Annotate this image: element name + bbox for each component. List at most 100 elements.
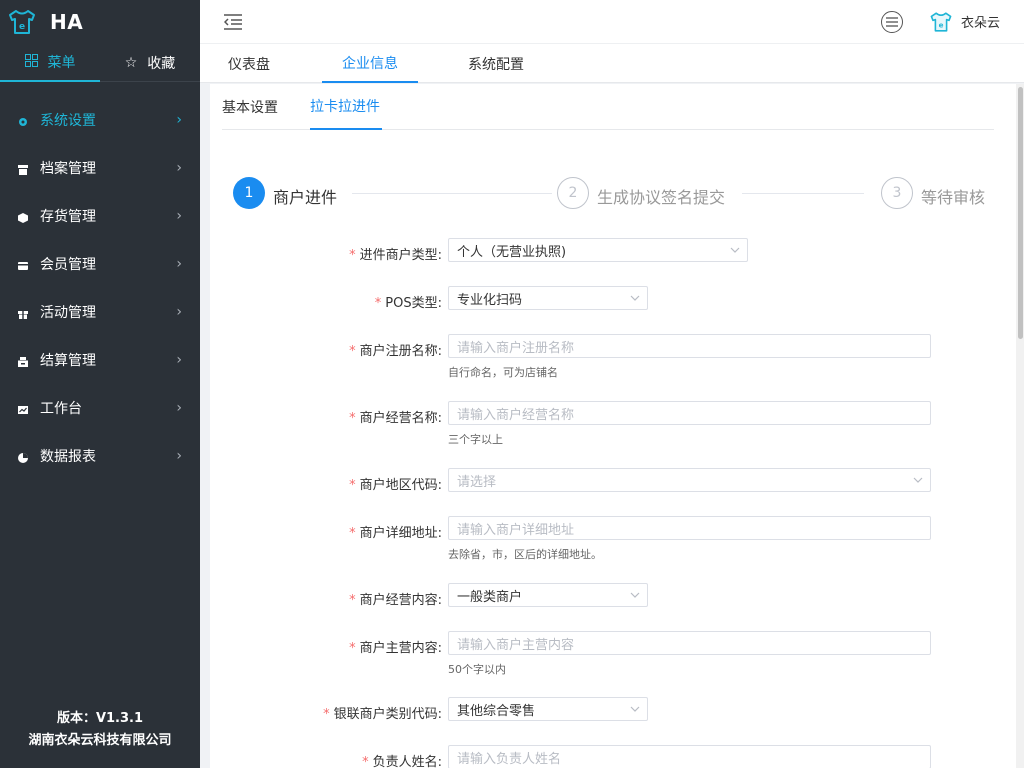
region-code-select[interactable]: 请选择 [448, 468, 931, 492]
mcc-select[interactable]: 其他综合零售 [448, 697, 648, 721]
step-connector [742, 193, 864, 194]
select-placeholder: 请选择 [457, 474, 497, 490]
business-content-select[interactable]: 一般类商户 [448, 583, 648, 607]
pie-icon [18, 451, 28, 463]
scrollbar-thumb[interactable] [1018, 87, 1023, 339]
chevron-right-icon: › [176, 208, 182, 224]
shirt-logo-icon: e [6, 7, 38, 37]
more-menu-icon[interactable] [880, 10, 903, 33]
sidebar-item-reports[interactable]: 数据报表 › [0, 432, 200, 480]
header: e 衣朵云 [200, 0, 1024, 44]
sidebar-item-label: 工作台 [40, 401, 82, 417]
select-value: 专业化扫码 [457, 292, 523, 308]
field-label: * 商户经营内容: [349, 593, 442, 608]
chevron-right-icon: › [176, 304, 182, 320]
pos-type-select[interactable]: 专业化扫码 [448, 286, 648, 310]
chevron-right-icon: › [176, 256, 182, 272]
field-label: * 银联商户类别代码: [323, 707, 442, 722]
sidebar-item-label: 活动管理 [40, 305, 96, 321]
main-business-input[interactable]: 请输入商户主营内容 [448, 631, 931, 655]
tab-dashboard[interactable]: 仪表盘 [212, 44, 286, 83]
sidebar-item-system-settings[interactable]: 系统设置 › [0, 96, 200, 144]
sidebar-item-activities[interactable]: 活动管理 › [0, 288, 200, 336]
grid-icon [24, 53, 38, 71]
sub-tabs: 基本设置 拉卡拉进件 [222, 84, 994, 130]
sidebar-item-label: 系统设置 [40, 113, 96, 129]
select-value: 一般类商户 [457, 589, 523, 605]
sidebar-tab-menu[interactable]: 菜单 [0, 44, 100, 82]
chevron-down-icon [623, 295, 647, 301]
sidebar-tab-label: 收藏 [147, 55, 176, 72]
workbench-icon [18, 403, 28, 414]
step-2-number: 2 [557, 177, 589, 209]
step-connector [352, 193, 552, 194]
address-input[interactable]: 请输入商户详细地址 [448, 516, 931, 540]
svg-text:e: e [19, 22, 25, 32]
star-icon: ☆ [124, 54, 138, 71]
input-placeholder: 请输入商户详细地址 [457, 522, 575, 538]
subtab-lakala[interactable]: 拉卡拉进件 [310, 84, 382, 130]
subtab-basic-settings[interactable]: 基本设置 [222, 84, 310, 130]
input-placeholder: 请输入商户经营名称 [457, 407, 575, 423]
card-icon [18, 259, 28, 270]
chevron-down-icon [723, 247, 747, 253]
field-label: * 商户注册名称: [349, 344, 442, 359]
archive-icon [18, 163, 28, 175]
sidebar-item-workbench[interactable]: 工作台 › [0, 384, 200, 432]
input-placeholder: 请输入商户注册名称 [457, 340, 575, 356]
collapse-menu-icon[interactable] [223, 13, 242, 30]
chevron-right-icon: › [176, 352, 182, 368]
settings-icon [18, 115, 28, 126]
field-label: * 商户经营名称: [349, 411, 442, 426]
sidebar-tabs: 菜单 ☆ 收藏 [0, 44, 200, 82]
tab-company-info[interactable]: 企业信息 [322, 44, 418, 83]
field-hint: 50个字以内 [448, 663, 506, 676]
sidebar-item-archive[interactable]: 档案管理 › [0, 144, 200, 192]
top-tabs: 仪表盘 企业信息 系统配置 [200, 44, 1024, 83]
sidebar-item-members[interactable]: 会员管理 › [0, 240, 200, 288]
chevron-right-icon: › [176, 160, 182, 176]
field-label: * 商户地区代码: [349, 478, 442, 493]
company-name: 湖南衣朵云科技有限公司 [28, 733, 172, 748]
chevron-right-icon: › [176, 400, 182, 416]
sidebar-menu: 系统设置 › 档案管理 › 存货管理 › 会员管理 › 活动管理 › 结算管理 … [0, 96, 200, 480]
sidebar-item-label: 会员管理 [40, 257, 96, 273]
business-name-input[interactable]: 请输入商户经营名称 [448, 401, 931, 425]
header-right: e 衣朵云 [880, 10, 1000, 33]
merchant-type-select[interactable]: 个人（无营业执照) [448, 238, 748, 262]
sidebar-item-inventory[interactable]: 存货管理 › [0, 192, 200, 240]
subtab-label: 拉卡拉进件 [310, 99, 380, 115]
field-label: * 进件商户类型: [349, 248, 442, 263]
sidebar-item-settlement[interactable]: 结算管理 › [0, 336, 200, 384]
register-icon [18, 355, 28, 367]
subtab-label: 基本设置 [222, 100, 278, 116]
sidebar-tab-label: 菜单 [47, 55, 76, 71]
tab-system-config[interactable]: 系统配置 [452, 44, 540, 83]
main-content: 基本设置 拉卡拉进件 1 商户进件 2 生成协议签名提交 3 等待审核 * 进件商… [210, 84, 1016, 768]
input-placeholder: 请输入商户主营内容 [457, 637, 575, 653]
sidebar-item-label: 存货管理 [40, 209, 96, 225]
principal-name-input[interactable]: 请输入负责人姓名 [448, 745, 931, 768]
sidebar-item-label: 档案管理 [40, 161, 96, 177]
user-avatar-icon[interactable]: e [929, 11, 953, 33]
tab-label: 系统配置 [468, 56, 524, 73]
field-label: * 商户主营内容: [349, 641, 442, 656]
user-name[interactable]: 衣朵云 [961, 12, 1000, 31]
step-1-label: 商户进件 [273, 188, 338, 207]
app-name: HA [50, 10, 84, 34]
chevron-down-icon [623, 706, 647, 712]
tab-label: 企业信息 [342, 55, 398, 72]
chevron-down-icon [906, 477, 930, 483]
field-label: * POS类型: [374, 296, 442, 311]
cube-icon [18, 211, 28, 223]
sidebar-item-label: 结算管理 [40, 353, 96, 369]
input-placeholder: 请输入负责人姓名 [457, 751, 562, 767]
field-hint: 三个字以上 [448, 433, 503, 446]
chevron-right-icon: › [176, 112, 182, 128]
chevron-down-icon [623, 592, 647, 598]
sidebar-tab-favorites[interactable]: ☆ 收藏 [100, 44, 200, 82]
select-value: 个人（无营业执照) [457, 244, 567, 260]
registered-name-input[interactable]: 请输入商户注册名称 [448, 334, 931, 358]
sidebar-footer: 版本：V1.3.1 湖南衣朵云科技有限公司 [0, 708, 200, 752]
gift-icon [18, 307, 28, 319]
